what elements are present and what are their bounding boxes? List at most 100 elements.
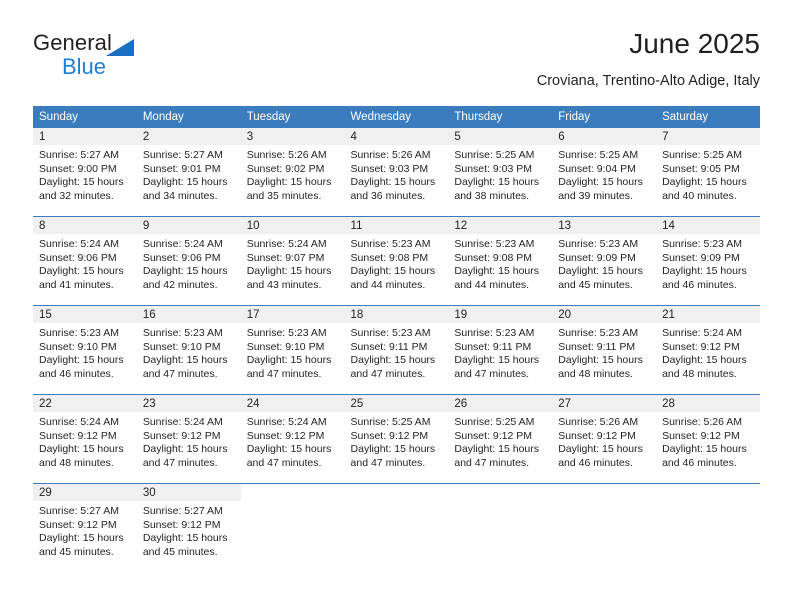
daylight-text-line2: and 46 minutes.: [39, 367, 114, 380]
daylight-text-line2: and 47 minutes.: [454, 456, 530, 469]
day-cell[interactable]: 6 Sunrise: 5:25 AM Sunset: 9:04 PM Daylight…: [552, 128, 657, 217]
day-cell[interactable]: 9 Sunrise: 5:24 AM Sunset: 9:06 PM Daylight…: [136, 216, 241, 306]
day-details: Sunrise: 5:23 AM Sunset: 9:09 PM Daylight:…: [656, 234, 760, 292]
daylight-text-line1: Daylight: 15 hours: [454, 354, 540, 367]
day-cell[interactable]: 26 Sunrise: 5:25 AM Sunset: 9:12 PM Dayligh…: [448, 394, 553, 484]
daylight-text-line1: Daylight: 15 hours: [558, 443, 643, 456]
daylight-text-line1: Daylight: 15 hours: [350, 443, 436, 456]
day-cell[interactable]: 30 Sunrise: 5:27 AM Sunset: 9:12 PM Dayligh…: [136, 483, 241, 572]
day-details: Sunrise: 5:26 AM Sunset: 9:12 PM Daylight:…: [656, 412, 760, 470]
sunset-text: Sunset: 9:12 PM: [142, 429, 221, 442]
day-cell[interactable]: 2 Sunrise: 5:27 AM Sunset: 9:01 PM Daylight…: [136, 128, 241, 217]
sunrise-text: Sunrise: 5:27 AM: [142, 505, 223, 517]
day-details: Sunrise: 5:23 AM Sunset: 9:10 PM Daylight:…: [241, 323, 345, 381]
day-details: Sunrise: 5:24 AM Sunset: 9:07 PM Daylight:…: [241, 234, 345, 292]
daylight-text-line1: Daylight: 15 hours: [142, 176, 228, 189]
weekday-header-friday: Friday: [552, 106, 657, 128]
day-cell[interactable]: 27 Sunrise: 5:26 AM Sunset: 9:12 PM Dayligh…: [552, 394, 657, 484]
day-cell[interactable]: 16 Sunrise: 5:23 AM Sunset: 9:10 PM Dayligh…: [136, 305, 241, 395]
day-number: 20: [552, 306, 657, 323]
day-cell[interactable]: 5 Sunrise: 5:25 AM Sunset: 9:03 PM Daylight…: [448, 128, 553, 217]
sunrise-text: Sunrise: 5:24 AM: [662, 327, 743, 339]
daylight-text-line2: and 47 minutes.: [142, 367, 218, 380]
daylight-text-line2: and 47 minutes.: [142, 456, 218, 469]
day-cell[interactable]: 3 Sunrise: 5:26 AM Sunset: 9:02 PM Daylight…: [240, 128, 345, 217]
day-cell[interactable]: 1 Sunrise: 5:27 AM Sunset: 9:00 PM Daylight…: [33, 128, 137, 217]
daylight-text-line1: Daylight: 15 hours: [454, 443, 540, 456]
calendar-week-row: 8 Sunrise: 5:24 AM Sunset: 9:06 PM Daylight…: [33, 216, 760, 306]
day-cell[interactable]: 24 Sunrise: 5:24 AM Sunset: 9:12 PM Dayligh…: [240, 394, 345, 484]
day-cell[interactable]: 22 Sunrise: 5:24 AM Sunset: 9:12 PM Dayligh…: [33, 394, 137, 484]
day-cell[interactable]: 10 Sunrise: 5:24 AM Sunset: 9:07 PM Dayligh…: [240, 216, 345, 306]
daylight-text-line2: and 46 minutes.: [662, 456, 737, 469]
day-cell[interactable]: 29 Sunrise: 5:27 AM Sunset: 9:12 PM Dayligh…: [33, 483, 137, 572]
daylight-text-line1: Daylight: 15 hours: [39, 176, 124, 189]
day-cell[interactable]: 13 Sunrise: 5:23 AM Sunset: 9:09 PM Dayligh…: [552, 216, 657, 306]
sunset-text: Sunset: 9:12 PM: [662, 340, 740, 353]
day-cell[interactable]: 8 Sunrise: 5:24 AM Sunset: 9:06 PM Daylight…: [33, 216, 137, 306]
sunset-text: Sunset: 9:10 PM: [246, 340, 325, 353]
day-number: 18: [344, 306, 449, 323]
daylight-text-line1: Daylight: 15 hours: [246, 265, 332, 278]
daylight-text-line2: and 43 minutes.: [246, 278, 322, 291]
day-cell[interactable]: 18 Sunrise: 5:23 AM Sunset: 9:11 PM Dayligh…: [344, 305, 449, 395]
sunset-text: Sunset: 9:09 PM: [558, 251, 636, 264]
sunset-text: Sunset: 9:11 PM: [454, 340, 532, 353]
daylight-text-line1: Daylight: 15 hours: [142, 265, 228, 278]
day-number: 10: [240, 217, 345, 234]
sunrise-text: Sunrise: 5:23 AM: [350, 327, 431, 339]
sunrise-text: Sunrise: 5:26 AM: [350, 149, 431, 161]
day-details: [656, 501, 760, 505]
page-subtitle: Croviana, Trentino-Alto Adige, Italy: [536, 73, 760, 89]
sunrise-text: Sunrise: 5:25 AM: [350, 416, 431, 428]
day-cell[interactable]: 14 Sunrise: 5:23 AM Sunset: 9:09 PM Dayligh…: [656, 216, 760, 306]
sunset-text: Sunset: 9:06 PM: [142, 251, 221, 264]
sunrise-text: Sunrise: 5:23 AM: [662, 238, 743, 250]
day-details: Sunrise: 5:23 AM Sunset: 9:08 PM Daylight:…: [345, 234, 449, 292]
daylight-text-line2: and 46 minutes.: [662, 278, 737, 291]
day-cell[interactable]: 20 Sunrise: 5:23 AM Sunset: 9:11 PM Dayligh…: [552, 305, 657, 395]
sunrise-text: Sunrise: 5:26 AM: [558, 416, 639, 428]
daylight-text-line1: Daylight: 15 hours: [558, 265, 643, 278]
day-details: Sunrise: 5:25 AM Sunset: 9:04 PM Daylight:…: [552, 145, 656, 203]
sunset-text: Sunset: 9:07 PM: [246, 251, 325, 264]
weekday-header-saturday: Saturday: [656, 106, 760, 128]
sunrise-text: Sunrise: 5:25 AM: [662, 149, 743, 161]
day-cell-empty: [240, 483, 345, 572]
day-cell[interactable]: 17 Sunrise: 5:23 AM Sunset: 9:10 PM Dayligh…: [240, 305, 345, 395]
day-number: 5: [448, 128, 553, 145]
sunset-text: Sunset: 9:11 PM: [350, 340, 428, 353]
day-details: Sunrise: 5:25 AM Sunset: 9:05 PM Daylight:…: [656, 145, 760, 203]
day-cell[interactable]: 23 Sunrise: 5:24 AM Sunset: 9:12 PM Dayligh…: [136, 394, 241, 484]
sunrise-text: Sunrise: 5:23 AM: [39, 327, 119, 339]
day-cell[interactable]: 7 Sunrise: 5:25 AM Sunset: 9:05 PM Daylight…: [656, 128, 760, 217]
day-cell[interactable]: 25 Sunrise: 5:25 AM Sunset: 9:12 PM Dayligh…: [344, 394, 449, 484]
day-details: [552, 501, 656, 505]
day-number: 12: [448, 217, 553, 234]
sunset-text: Sunset: 9:12 PM: [142, 518, 221, 531]
day-cell[interactable]: 19 Sunrise: 5:23 AM Sunset: 9:11 PM Dayligh…: [448, 305, 553, 395]
daylight-text-line2: and 34 minutes.: [142, 189, 218, 202]
day-cell[interactable]: 4 Sunrise: 5:26 AM Sunset: 9:03 PM Daylight…: [344, 128, 449, 217]
daylight-text-line1: Daylight: 15 hours: [39, 532, 124, 545]
day-number: 15: [33, 306, 137, 323]
sunset-text: Sunset: 9:11 PM: [558, 340, 636, 353]
day-number: 1: [33, 128, 137, 145]
sunset-text: Sunset: 9:12 PM: [558, 429, 636, 442]
day-cell[interactable]: 21 Sunrise: 5:24 AM Sunset: 9:12 PM Dayligh…: [656, 305, 760, 395]
day-cell[interactable]: 28 Sunrise: 5:26 AM Sunset: 9:12 PM Dayligh…: [656, 394, 760, 484]
day-number: 9: [136, 217, 241, 234]
day-details: [345, 501, 449, 505]
day-cell[interactable]: 15 Sunrise: 5:23 AM Sunset: 9:10 PM Dayligh…: [33, 305, 137, 395]
sunset-text: Sunset: 9:09 PM: [662, 251, 740, 264]
sunrise-text: Sunrise: 5:23 AM: [246, 327, 327, 339]
sunrise-sunset-calendar-table: Sunday Monday Tuesday Wednesday Thursday…: [33, 106, 760, 572]
day-cell[interactable]: 12 Sunrise: 5:23 AM Sunset: 9:08 PM Dayligh…: [448, 216, 553, 306]
daylight-text-line1: Daylight: 15 hours: [350, 265, 436, 278]
day-cell[interactable]: 11 Sunrise: 5:23 AM Sunset: 9:08 PM Dayligh…: [344, 216, 449, 306]
daylight-text-line1: Daylight: 15 hours: [39, 265, 124, 278]
calendar-week-row: 15 Sunrise: 5:23 AM Sunset: 9:10 PM Dayligh…: [33, 305, 760, 395]
sunset-text: Sunset: 9:12 PM: [454, 429, 533, 442]
sunrise-text: Sunrise: 5:27 AM: [39, 149, 119, 161]
weekday-header-sunday: Sunday: [33, 106, 137, 128]
